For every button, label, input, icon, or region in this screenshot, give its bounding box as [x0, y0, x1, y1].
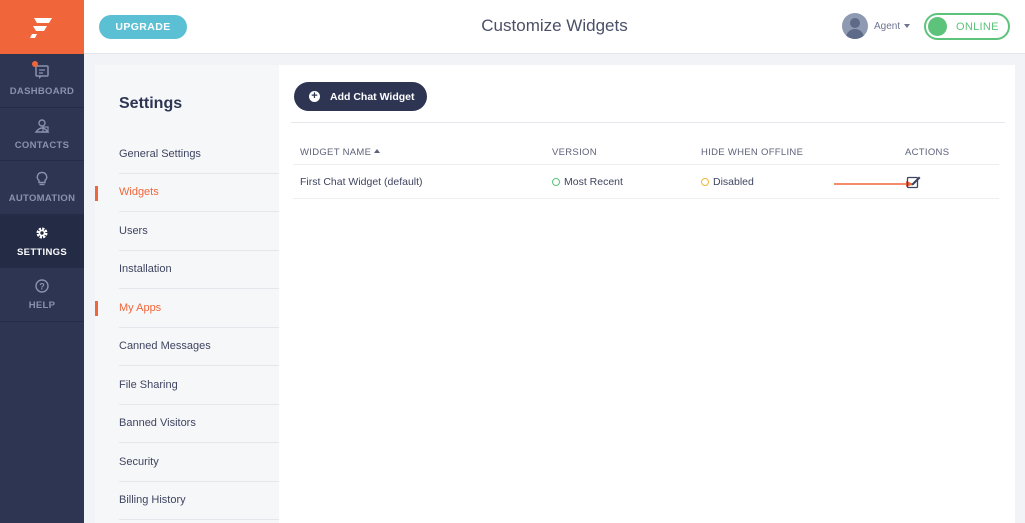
toggle-knob: [928, 17, 947, 36]
divider: [291, 122, 1005, 123]
menu-label: Billing History: [119, 494, 186, 507]
help-icon: ?: [33, 277, 51, 295]
status-label: ONLINE: [956, 20, 999, 33]
settings-item-widgets[interactable]: Widgets: [95, 174, 279, 212]
logo-icon: [30, 18, 52, 38]
widget-name: First Chat Widget (default): [300, 176, 423, 188]
dashboard-icon: [32, 61, 51, 81]
lightbulb-icon: [33, 170, 51, 188]
settings-item-users[interactable]: Users: [119, 212, 279, 251]
settings-panel: Settings General Settings Widgets Users …: [95, 65, 279, 523]
nav-item-help[interactable]: ? HELP: [0, 268, 84, 322]
settings-item-banned-visitors[interactable]: Banned Visitors: [119, 405, 279, 443]
menu-label: Banned Visitors: [119, 417, 196, 430]
plus-icon: +: [309, 91, 320, 102]
settings-item-general[interactable]: General Settings: [119, 135, 279, 174]
menu-label: Canned Messages: [119, 340, 211, 353]
menu-label: Widgets: [119, 186, 159, 199]
active-indicator: [95, 185, 98, 201]
version-cell: Most Recent: [552, 176, 623, 188]
settings-item-file-sharing[interactable]: File Sharing: [119, 366, 279, 405]
nav-label: SETTINGS: [17, 246, 67, 258]
contacts-icon: [33, 117, 51, 135]
menu-label: File Sharing: [119, 378, 178, 391]
nav-label: CONTACTS: [14, 139, 70, 151]
top-bar: UPGRADE Customize Widgets Agent ONLINE: [84, 0, 1025, 54]
table-header: WIDGET NAME VERSION HIDE WHEN OFFLINE AC…: [293, 145, 999, 165]
menu-label: My Apps: [119, 301, 162, 314]
settings-item-installation[interactable]: Installation: [119, 251, 279, 289]
nav-label: AUTOMATION: [8, 193, 76, 205]
column-header-version: VERSION: [552, 147, 597, 158]
add-chat-widget-button[interactable]: + Add Chat Widget: [294, 82, 427, 111]
active-indicator: [95, 301, 98, 316]
nav-item-automation[interactable]: AUTOMATION: [0, 161, 84, 215]
nav-item-settings[interactable]: SETTINGS: [0, 214, 84, 268]
online-status-toggle[interactable]: ONLINE: [924, 13, 1010, 40]
nav-item-dashboard[interactable]: DASHBOARD: [0, 54, 84, 108]
chevron-down-icon: [904, 24, 911, 28]
column-header-widget-name[interactable]: WIDGET NAME: [300, 147, 381, 158]
edit-icon[interactable]: [906, 174, 922, 190]
sort-asc-icon: [374, 149, 381, 154]
agent-menu[interactable]: Agent: [842, 13, 911, 39]
arrow-right-icon: [834, 181, 914, 187]
settings-title: Settings: [119, 95, 183, 112]
left-nav: DASHBOARD CONTACTS AUTOMATION SETTINGS ?…: [0, 0, 84, 523]
menu-label: Security: [119, 455, 159, 468]
column-header-actions: ACTIONS: [905, 147, 950, 158]
avatar: [842, 13, 868, 39]
menu-label: General Settings: [119, 147, 201, 160]
svg-text:?: ?: [39, 282, 45, 292]
hide-offline-cell: Disabled: [701, 176, 754, 188]
nav-label: DASHBOARD: [9, 86, 75, 98]
agent-name: Agent: [874, 20, 901, 32]
settings-menu: General Settings Widgets Users Installat…: [95, 135, 279, 520]
nav-label: HELP: [28, 300, 56, 312]
brand-logo[interactable]: [0, 0, 84, 54]
menu-label: Users: [119, 224, 148, 237]
settings-item-billing-history[interactable]: Billing History: [119, 482, 279, 520]
add-chat-widget-label: Add Chat Widget: [330, 90, 415, 103]
status-ring-icon: [552, 178, 560, 186]
settings-item-my-apps[interactable]: My Apps: [95, 289, 279, 328]
menu-label: Installation: [119, 263, 172, 276]
settings-item-canned-messages[interactable]: Canned Messages: [119, 328, 279, 366]
main-content: + Add Chat Widget WIDGET NAME VERSION HI…: [279, 65, 1015, 523]
gear-icon: [33, 224, 51, 242]
status-ring-icon: [701, 178, 709, 186]
column-header-hide-when-offline: HIDE WHEN OFFLINE: [701, 147, 804, 158]
table-row: First Chat Widget (default) Most Recent …: [293, 165, 999, 199]
settings-item-security[interactable]: Security: [119, 443, 279, 482]
nav-item-contacts[interactable]: CONTACTS: [0, 108, 84, 161]
